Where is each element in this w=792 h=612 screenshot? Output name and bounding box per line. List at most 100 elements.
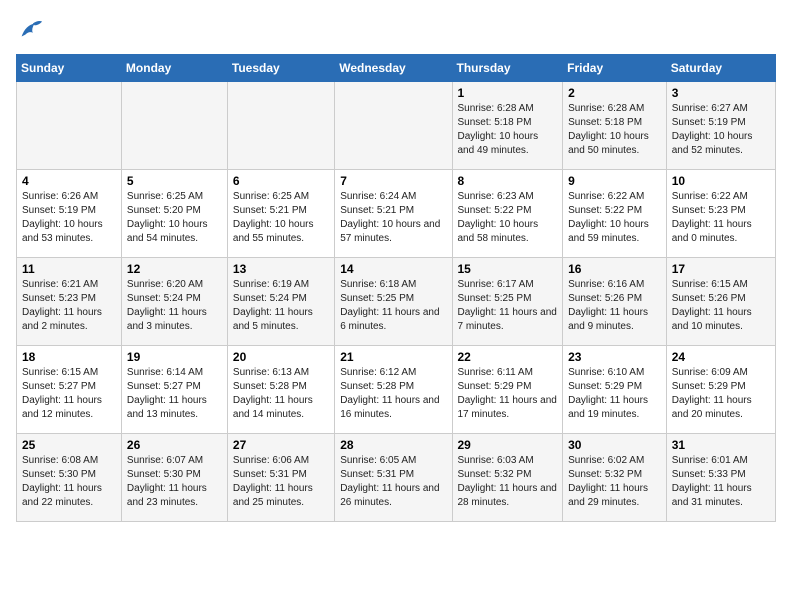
day-info: Sunrise: 6:26 AMSunset: 5:19 PMDaylight:… xyxy=(22,190,116,246)
day-number: 31 xyxy=(672,438,770,452)
day-info: Sunrise: 6:10 AMSunset: 5:29 PMDaylight:… xyxy=(568,366,661,422)
day-number: 6 xyxy=(233,174,329,188)
calendar-week-row: 1 Sunrise: 6:28 AMSunset: 5:18 PMDaylight… xyxy=(17,82,776,170)
day-number: 26 xyxy=(127,438,222,452)
day-number: 8 xyxy=(458,174,558,188)
calendar-cell: 31 Sunrise: 6:01 AMSunset: 5:33 PMDayligh… xyxy=(666,434,775,522)
calendar-cell: 24 Sunrise: 6:09 AMSunset: 5:29 PMDayligh… xyxy=(666,346,775,434)
day-info: Sunrise: 6:24 AMSunset: 5:21 PMDaylight:… xyxy=(340,190,446,246)
day-number: 11 xyxy=(22,262,116,276)
day-number: 13 xyxy=(233,262,329,276)
calendar-week-row: 18Sunrise: 6:15 AMSunset: 5:27 PMDayligh… xyxy=(17,346,776,434)
calendar-cell: 13 Sunrise: 6:19 AMSunset: 5:24 PMDayligh… xyxy=(227,258,334,346)
calendar-cell: 20Sunrise: 6:13 AMSunset: 5:28 PMDayligh… xyxy=(227,346,334,434)
calendar-cell: 12 Sunrise: 6:20 AMSunset: 5:24 PMDayligh… xyxy=(121,258,227,346)
day-info: Sunrise: 6:17 AMSunset: 5:25 PMDaylight:… xyxy=(458,278,558,334)
day-number: 1 xyxy=(458,86,558,100)
day-number: 3 xyxy=(672,86,770,100)
day-info: Sunrise: 6:01 AMSunset: 5:33 PMDaylight:… xyxy=(672,454,770,510)
day-number: 5 xyxy=(127,174,222,188)
day-info: Sunrise: 6:28 AMSunset: 5:18 PMDaylight:… xyxy=(458,102,558,158)
logo-bird-icon xyxy=(16,16,44,44)
calendar-cell: 14Sunrise: 6:18 AMSunset: 5:25 PMDayligh… xyxy=(335,258,452,346)
calendar-cell: 25 Sunrise: 6:08 AMSunset: 5:30 PMDayligh… xyxy=(17,434,122,522)
weekday-header-wednesday: Wednesday xyxy=(335,55,452,82)
calendar-cell xyxy=(17,82,122,170)
day-number: 9 xyxy=(568,174,661,188)
weekday-header-thursday: Thursday xyxy=(452,55,563,82)
calendar-week-row: 25 Sunrise: 6:08 AMSunset: 5:30 PMDayligh… xyxy=(17,434,776,522)
day-number: 24 xyxy=(672,350,770,364)
day-info: Sunrise: 6:11 AMSunset: 5:29 PMDaylight:… xyxy=(458,366,558,422)
calendar-cell: 3 Sunrise: 6:27 AMSunset: 5:19 PMDaylight… xyxy=(666,82,775,170)
day-info: Sunrise: 6:27 AMSunset: 5:19 PMDaylight:… xyxy=(672,102,770,158)
calendar-cell: 29 Sunrise: 6:03 AMSunset: 5:32 PMDayligh… xyxy=(452,434,563,522)
calendar-cell: 23 Sunrise: 6:10 AMSunset: 5:29 PMDayligh… xyxy=(563,346,667,434)
day-number: 4 xyxy=(22,174,116,188)
day-number: 18 xyxy=(22,350,116,364)
calendar-cell: 4 Sunrise: 6:26 AMSunset: 5:19 PMDaylight… xyxy=(17,170,122,258)
calendar-cell: 17 Sunrise: 6:15 AMSunset: 5:26 PMDayligh… xyxy=(666,258,775,346)
day-info: Sunrise: 6:16 AMSunset: 5:26 PMDaylight:… xyxy=(568,278,661,334)
day-number: 15 xyxy=(458,262,558,276)
day-info: Sunrise: 6:22 AMSunset: 5:22 PMDaylight:… xyxy=(568,190,661,246)
day-info: Sunrise: 6:19 AMSunset: 5:24 PMDaylight:… xyxy=(233,278,329,334)
calendar-week-row: 4 Sunrise: 6:26 AMSunset: 5:19 PMDaylight… xyxy=(17,170,776,258)
day-info: Sunrise: 6:06 AMSunset: 5:31 PMDaylight:… xyxy=(233,454,329,510)
calendar-cell: 1 Sunrise: 6:28 AMSunset: 5:18 PMDaylight… xyxy=(452,82,563,170)
calendar-cell: 27 Sunrise: 6:06 AMSunset: 5:31 PMDayligh… xyxy=(227,434,334,522)
calendar-cell: 21 Sunrise: 6:12 AMSunset: 5:28 PMDayligh… xyxy=(335,346,452,434)
day-info: Sunrise: 6:23 AMSunset: 5:22 PMDaylight:… xyxy=(458,190,558,246)
day-info: Sunrise: 6:12 AMSunset: 5:28 PMDaylight:… xyxy=(340,366,446,422)
day-info: Sunrise: 6:14 AMSunset: 5:27 PMDaylight:… xyxy=(127,366,222,422)
weekday-header-sunday: Sunday xyxy=(17,55,122,82)
day-info: Sunrise: 6:20 AMSunset: 5:24 PMDaylight:… xyxy=(127,278,222,334)
calendar-cell xyxy=(121,82,227,170)
day-number: 12 xyxy=(127,262,222,276)
day-info: Sunrise: 6:02 AMSunset: 5:32 PMDaylight:… xyxy=(568,454,661,510)
calendar-cell: 8 Sunrise: 6:23 AMSunset: 5:22 PMDaylight… xyxy=(452,170,563,258)
day-number: 19 xyxy=(127,350,222,364)
logo xyxy=(16,16,48,44)
weekday-header-row: SundayMondayTuesdayWednesdayThursdayFrid… xyxy=(17,55,776,82)
day-number: 17 xyxy=(672,262,770,276)
calendar-cell xyxy=(227,82,334,170)
calendar-cell: 9 Sunrise: 6:22 AMSunset: 5:22 PMDaylight… xyxy=(563,170,667,258)
calendar-cell: 19 Sunrise: 6:14 AMSunset: 5:27 PMDayligh… xyxy=(121,346,227,434)
day-info: Sunrise: 6:15 AMSunset: 5:26 PMDaylight:… xyxy=(672,278,770,334)
calendar-cell: 5 Sunrise: 6:25 AMSunset: 5:20 PMDaylight… xyxy=(121,170,227,258)
calendar-cell xyxy=(335,82,452,170)
day-info: Sunrise: 6:08 AMSunset: 5:30 PMDaylight:… xyxy=(22,454,116,510)
day-number: 27 xyxy=(233,438,329,452)
day-number: 21 xyxy=(340,350,446,364)
day-number: 28 xyxy=(340,438,446,452)
calendar-table: SundayMondayTuesdayWednesdayThursdayFrid… xyxy=(16,54,776,522)
calendar-cell: 16Sunrise: 6:16 AMSunset: 5:26 PMDayligh… xyxy=(563,258,667,346)
weekday-header-monday: Monday xyxy=(121,55,227,82)
weekday-header-friday: Friday xyxy=(563,55,667,82)
calendar-cell: 11 Sunrise: 6:21 AMSunset: 5:23 PMDayligh… xyxy=(17,258,122,346)
day-info: Sunrise: 6:21 AMSunset: 5:23 PMDaylight:… xyxy=(22,278,116,334)
calendar-cell: 22Sunrise: 6:11 AMSunset: 5:29 PMDayligh… xyxy=(452,346,563,434)
day-number: 2 xyxy=(568,86,661,100)
calendar-cell: 26 Sunrise: 6:07 AMSunset: 5:30 PMDayligh… xyxy=(121,434,227,522)
day-number: 23 xyxy=(568,350,661,364)
day-number: 10 xyxy=(672,174,770,188)
day-info: Sunrise: 6:25 AMSunset: 5:20 PMDaylight:… xyxy=(127,190,222,246)
day-info: Sunrise: 6:13 AMSunset: 5:28 PMDaylight:… xyxy=(233,366,329,422)
calendar-cell: 10Sunrise: 6:22 AMSunset: 5:23 PMDayligh… xyxy=(666,170,775,258)
weekday-header-saturday: Saturday xyxy=(666,55,775,82)
day-info: Sunrise: 6:28 AMSunset: 5:18 PMDaylight:… xyxy=(568,102,661,158)
day-info: Sunrise: 6:03 AMSunset: 5:32 PMDaylight:… xyxy=(458,454,558,510)
day-info: Sunrise: 6:07 AMSunset: 5:30 PMDaylight:… xyxy=(127,454,222,510)
calendar-week-row: 11 Sunrise: 6:21 AMSunset: 5:23 PMDayligh… xyxy=(17,258,776,346)
day-number: 25 xyxy=(22,438,116,452)
calendar-cell: 15 Sunrise: 6:17 AMSunset: 5:25 PMDayligh… xyxy=(452,258,563,346)
day-number: 14 xyxy=(340,262,446,276)
day-number: 29 xyxy=(458,438,558,452)
calendar-cell: 30Sunrise: 6:02 AMSunset: 5:32 PMDayligh… xyxy=(563,434,667,522)
day-info: Sunrise: 6:09 AMSunset: 5:29 PMDaylight:… xyxy=(672,366,770,422)
calendar-cell: 2 Sunrise: 6:28 AMSunset: 5:18 PMDaylight… xyxy=(563,82,667,170)
page-header xyxy=(16,16,776,44)
calendar-cell: 18Sunrise: 6:15 AMSunset: 5:27 PMDayligh… xyxy=(17,346,122,434)
